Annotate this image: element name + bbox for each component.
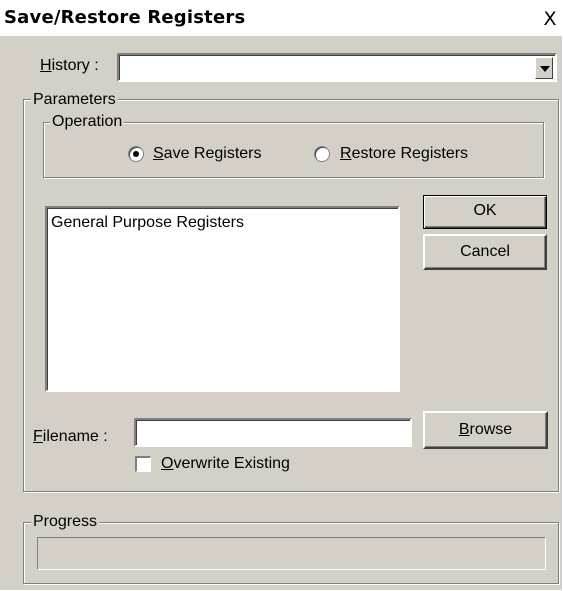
save-registers-label[interactable]: Save Registers [153, 145, 262, 163]
progress-bar [37, 537, 546, 570]
restore-registers-label[interactable]: Restore Registers [340, 145, 468, 163]
cancel-button[interactable]: Cancel [423, 234, 547, 270]
close-icon[interactable]: X [540, 9, 560, 31]
dialog-title: Save/Restore Registers [4, 7, 246, 28]
overwrite-label[interactable]: Overwrite Existing [161, 455, 290, 473]
save-restore-dialog: Save/Restore Registers X History : Param… [0, 0, 563, 590]
restore-registers-radio[interactable] [314, 146, 330, 162]
browse-button[interactable]: Browse [423, 411, 548, 449]
history-label: History : [40, 57, 99, 74]
save-registers-radio[interactable] [128, 146, 144, 162]
filename-label: Filename : [33, 428, 108, 445]
radio-dot [133, 151, 139, 157]
chevron-down-icon [540, 66, 550, 72]
progress-legend: Progress [31, 513, 100, 531]
filename-input[interactable] [134, 418, 412, 447]
register-list[interactable]: General Purpose Registers [45, 206, 400, 392]
ok-button[interactable]: OK [423, 195, 547, 229]
parameters-legend: Parameters [31, 91, 118, 109]
history-combobox[interactable] [117, 53, 557, 82]
operation-legend: Operation [50, 113, 125, 131]
list-item[interactable]: General Purpose Registers [51, 214, 244, 232]
history-dropdown-button[interactable] [535, 57, 553, 79]
overwrite-checkbox[interactable] [135, 456, 151, 472]
title-bar: Save/Restore Registers X [0, 0, 563, 36]
